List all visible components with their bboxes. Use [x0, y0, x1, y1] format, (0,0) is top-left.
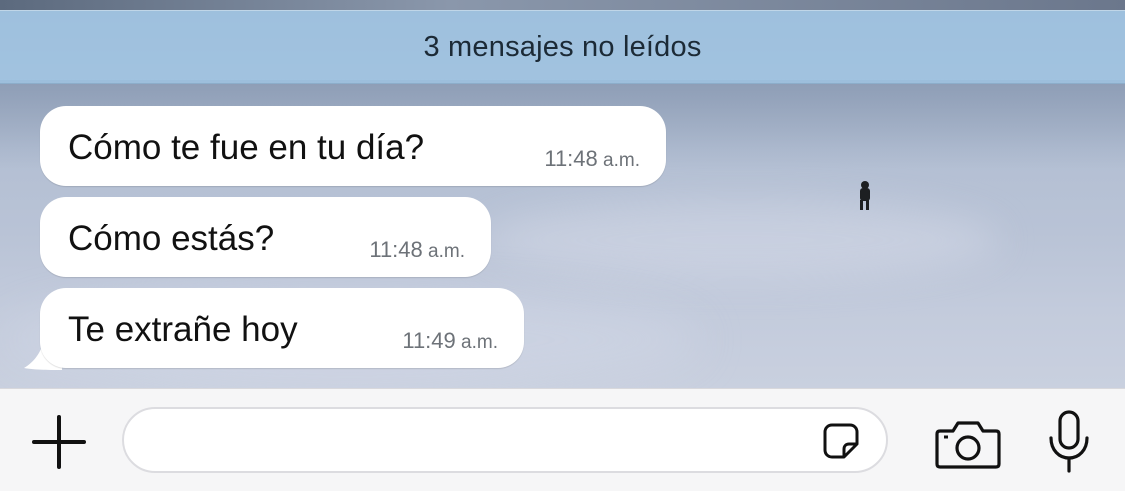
message-bubble[interactable]: Cómo te fue en tu día? 11:48 a.m. — [40, 106, 666, 186]
wallpaper-top-strip — [0, 0, 1125, 10]
unread-messages-text: 3 mensajes no leídos — [423, 30, 702, 63]
message-text: Cómo te fue en tu día? — [68, 128, 425, 167]
unread-messages-banner: 3 mensajes no leídos — [0, 10, 1125, 84]
camera-icon[interactable] — [935, 419, 1001, 469]
message-timestamp: 11:48 a.m. — [369, 237, 465, 262]
snow-drift — [480, 200, 1000, 280]
message-text: Te extrañe hoy — [68, 310, 298, 349]
message-bubble[interactable]: Cómo estás? 11:48 a.m. — [40, 197, 491, 277]
hiker-silhouette — [860, 181, 870, 210]
message-composer — [0, 388, 1125, 491]
plus-icon[interactable] — [30, 413, 88, 471]
message-timestamp: 11:48 a.m. — [544, 146, 640, 171]
message-input-container — [122, 407, 888, 473]
message-input[interactable] — [148, 419, 808, 463]
message-timestamp: 11:49 a.m. — [402, 328, 498, 353]
sticker-icon[interactable] — [822, 422, 860, 460]
message-text: Cómo estás? — [68, 219, 275, 258]
microphone-icon[interactable] — [1046, 409, 1092, 475]
message-bubble[interactable]: Te extrañe hoy 11:49 a.m. — [40, 288, 524, 368]
